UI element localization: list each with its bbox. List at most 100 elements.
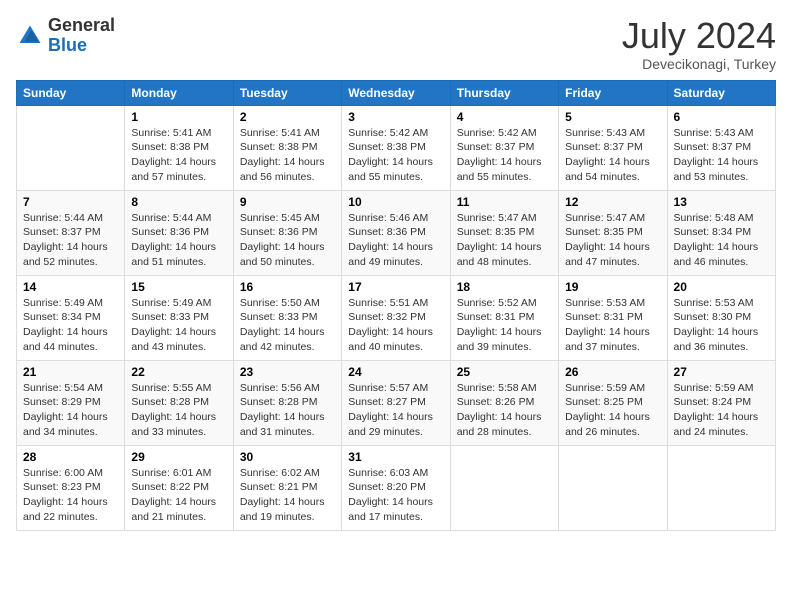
day-info: Sunrise: 5:52 AM Sunset: 8:31 PM Dayligh… bbox=[457, 296, 552, 355]
calendar-cell: 2 Sunrise: 5:41 AM Sunset: 8:38 PM Daylig… bbox=[233, 105, 341, 190]
day-number: 20 bbox=[674, 280, 769, 294]
calendar-header-monday: Monday bbox=[125, 80, 233, 105]
day-info: Sunrise: 5:57 AM Sunset: 8:27 PM Dayligh… bbox=[348, 381, 443, 440]
day-info: Sunrise: 5:51 AM Sunset: 8:32 PM Dayligh… bbox=[348, 296, 443, 355]
calendar-cell: 1Sunrise: 5:41 AM Sunset: 8:38 PM Daylig… bbox=[125, 105, 233, 190]
calendar-cell: 6 Sunrise: 5:43 AM Sunset: 8:37 PM Daylig… bbox=[667, 105, 775, 190]
calendar-cell: 29 Sunrise: 6:01 AM Sunset: 8:22 PM Dayli… bbox=[125, 445, 233, 530]
calendar-cell: 11Sunrise: 5:47 AM Sunset: 8:35 PM Dayli… bbox=[450, 190, 558, 275]
calendar-cell: 31Sunrise: 6:03 AM Sunset: 8:20 PM Dayli… bbox=[342, 445, 450, 530]
calendar-table: SundayMondayTuesdayWednesdayThursdayFrid… bbox=[16, 80, 776, 531]
title-block: July 2024 Devecikonagi, Turkey bbox=[622, 16, 776, 72]
day-info: Sunrise: 6:01 AM Sunset: 8:22 PM Dayligh… bbox=[131, 466, 226, 525]
calendar-header-tuesday: Tuesday bbox=[233, 80, 341, 105]
calendar-cell: 22Sunrise: 5:55 AM Sunset: 8:28 PM Dayli… bbox=[125, 360, 233, 445]
calendar-cell: 9 Sunrise: 5:45 AM Sunset: 8:36 PM Daylig… bbox=[233, 190, 341, 275]
day-info: Sunrise: 5:50 AM Sunset: 8:33 PM Dayligh… bbox=[240, 296, 335, 355]
calendar-cell: 10Sunrise: 5:46 AM Sunset: 8:36 PM Dayli… bbox=[342, 190, 450, 275]
calendar-cell bbox=[17, 105, 125, 190]
day-info: Sunrise: 5:46 AM Sunset: 8:36 PM Dayligh… bbox=[348, 211, 443, 270]
day-info: Sunrise: 5:59 AM Sunset: 8:24 PM Dayligh… bbox=[674, 381, 769, 440]
day-number: 5 bbox=[565, 110, 660, 124]
day-info: Sunrise: 5:43 AM Sunset: 8:37 PM Dayligh… bbox=[565, 126, 660, 185]
day-number: 14 bbox=[23, 280, 118, 294]
day-info: Sunrise: 5:49 AM Sunset: 8:34 PM Dayligh… bbox=[23, 296, 118, 355]
day-number: 31 bbox=[348, 450, 443, 464]
day-info: Sunrise: 5:43 AM Sunset: 8:37 PM Dayligh… bbox=[674, 126, 769, 185]
day-number: 16 bbox=[240, 280, 335, 294]
calendar-cell: 23 Sunrise: 5:56 AM Sunset: 8:28 PM Dayli… bbox=[233, 360, 341, 445]
logo-blue-text: Blue bbox=[48, 36, 115, 56]
day-number: 22 bbox=[131, 365, 226, 379]
day-info: Sunrise: 5:41 AM Sunset: 8:38 PM Dayligh… bbox=[131, 126, 226, 185]
calendar-cell: 21Sunrise: 5:54 AM Sunset: 8:29 PM Dayli… bbox=[17, 360, 125, 445]
calendar-cell: 18 Sunrise: 5:52 AM Sunset: 8:31 PM Dayli… bbox=[450, 275, 558, 360]
calendar-cell: 3 Sunrise: 5:42 AM Sunset: 8:38 PM Daylig… bbox=[342, 105, 450, 190]
day-number: 28 bbox=[23, 450, 118, 464]
day-number: 2 bbox=[240, 110, 335, 124]
calendar-week-row-5: 28 Sunrise: 6:00 AM Sunset: 8:23 PM Dayli… bbox=[17, 445, 776, 530]
day-number: 29 bbox=[131, 450, 226, 464]
page-header: General Blue July 2024 Devecikonagi, Tur… bbox=[16, 16, 776, 72]
day-number: 23 bbox=[240, 365, 335, 379]
calendar-cell: 26 Sunrise: 5:59 AM Sunset: 8:25 PM Dayli… bbox=[559, 360, 667, 445]
calendar-week-row-2: 7Sunrise: 5:44 AM Sunset: 8:37 PM Daylig… bbox=[17, 190, 776, 275]
calendar-cell: 8Sunrise: 5:44 AM Sunset: 8:36 PM Daylig… bbox=[125, 190, 233, 275]
calendar-cell: 24 Sunrise: 5:57 AM Sunset: 8:27 PM Dayli… bbox=[342, 360, 450, 445]
day-info: Sunrise: 6:00 AM Sunset: 8:23 PM Dayligh… bbox=[23, 466, 118, 525]
calendar-header-sunday: Sunday bbox=[17, 80, 125, 105]
day-info: Sunrise: 5:48 AM Sunset: 8:34 PM Dayligh… bbox=[674, 211, 769, 270]
day-info: Sunrise: 5:56 AM Sunset: 8:28 PM Dayligh… bbox=[240, 381, 335, 440]
logo: General Blue bbox=[16, 16, 115, 56]
day-number: 12 bbox=[565, 195, 660, 209]
day-number: 18 bbox=[457, 280, 552, 294]
day-info: Sunrise: 5:59 AM Sunset: 8:25 PM Dayligh… bbox=[565, 381, 660, 440]
day-info: Sunrise: 5:58 AM Sunset: 8:26 PM Dayligh… bbox=[457, 381, 552, 440]
calendar-header-friday: Friday bbox=[559, 80, 667, 105]
day-info: Sunrise: 5:53 AM Sunset: 8:30 PM Dayligh… bbox=[674, 296, 769, 355]
day-number: 9 bbox=[240, 195, 335, 209]
calendar-cell: 5 Sunrise: 5:43 AM Sunset: 8:37 PM Daylig… bbox=[559, 105, 667, 190]
calendar-cell: 28 Sunrise: 6:00 AM Sunset: 8:23 PM Dayli… bbox=[17, 445, 125, 530]
calendar-cell: 14 Sunrise: 5:49 AM Sunset: 8:34 PM Dayli… bbox=[17, 275, 125, 360]
day-info: Sunrise: 5:41 AM Sunset: 8:38 PM Dayligh… bbox=[240, 126, 335, 185]
calendar-week-row-4: 21Sunrise: 5:54 AM Sunset: 8:29 PM Dayli… bbox=[17, 360, 776, 445]
location: Devecikonagi, Turkey bbox=[622, 56, 776, 72]
calendar-week-row-1: 1Sunrise: 5:41 AM Sunset: 8:38 PM Daylig… bbox=[17, 105, 776, 190]
day-number: 26 bbox=[565, 365, 660, 379]
day-info: Sunrise: 5:45 AM Sunset: 8:36 PM Dayligh… bbox=[240, 211, 335, 270]
day-number: 27 bbox=[674, 365, 769, 379]
calendar-week-row-3: 14 Sunrise: 5:49 AM Sunset: 8:34 PM Dayli… bbox=[17, 275, 776, 360]
calendar-cell: 13 Sunrise: 5:48 AM Sunset: 8:34 PM Dayli… bbox=[667, 190, 775, 275]
day-info: Sunrise: 5:53 AM Sunset: 8:31 PM Dayligh… bbox=[565, 296, 660, 355]
day-number: 17 bbox=[348, 280, 443, 294]
day-number: 24 bbox=[348, 365, 443, 379]
day-info: Sunrise: 5:42 AM Sunset: 8:38 PM Dayligh… bbox=[348, 126, 443, 185]
day-number: 25 bbox=[457, 365, 552, 379]
day-number: 19 bbox=[565, 280, 660, 294]
day-number: 7 bbox=[23, 195, 118, 209]
logo-general-text: General bbox=[48, 16, 115, 36]
calendar-cell: 19 Sunrise: 5:53 AM Sunset: 8:31 PM Dayli… bbox=[559, 275, 667, 360]
logo-text: General Blue bbox=[48, 16, 115, 56]
day-number: 4 bbox=[457, 110, 552, 124]
calendar-cell: 17 Sunrise: 5:51 AM Sunset: 8:32 PM Dayli… bbox=[342, 275, 450, 360]
calendar-cell: 30Sunrise: 6:02 AM Sunset: 8:21 PM Dayli… bbox=[233, 445, 341, 530]
day-number: 11 bbox=[457, 195, 552, 209]
day-info: Sunrise: 5:47 AM Sunset: 8:35 PM Dayligh… bbox=[565, 211, 660, 270]
calendar-cell: 16 Sunrise: 5:50 AM Sunset: 8:33 PM Dayli… bbox=[233, 275, 341, 360]
calendar-header-saturday: Saturday bbox=[667, 80, 775, 105]
day-number: 6 bbox=[674, 110, 769, 124]
calendar-header-thursday: Thursday bbox=[450, 80, 558, 105]
calendar-cell: 20 Sunrise: 5:53 AM Sunset: 8:30 PM Dayli… bbox=[667, 275, 775, 360]
calendar-cell bbox=[559, 445, 667, 530]
day-number: 21 bbox=[23, 365, 118, 379]
calendar-header-wednesday: Wednesday bbox=[342, 80, 450, 105]
day-number: 3 bbox=[348, 110, 443, 124]
day-number: 8 bbox=[131, 195, 226, 209]
day-number: 13 bbox=[674, 195, 769, 209]
day-number: 30 bbox=[240, 450, 335, 464]
calendar-cell: 25 Sunrise: 5:58 AM Sunset: 8:26 PM Dayli… bbox=[450, 360, 558, 445]
day-info: Sunrise: 5:49 AM Sunset: 8:33 PM Dayligh… bbox=[131, 296, 226, 355]
calendar-header-row: SundayMondayTuesdayWednesdayThursdayFrid… bbox=[17, 80, 776, 105]
